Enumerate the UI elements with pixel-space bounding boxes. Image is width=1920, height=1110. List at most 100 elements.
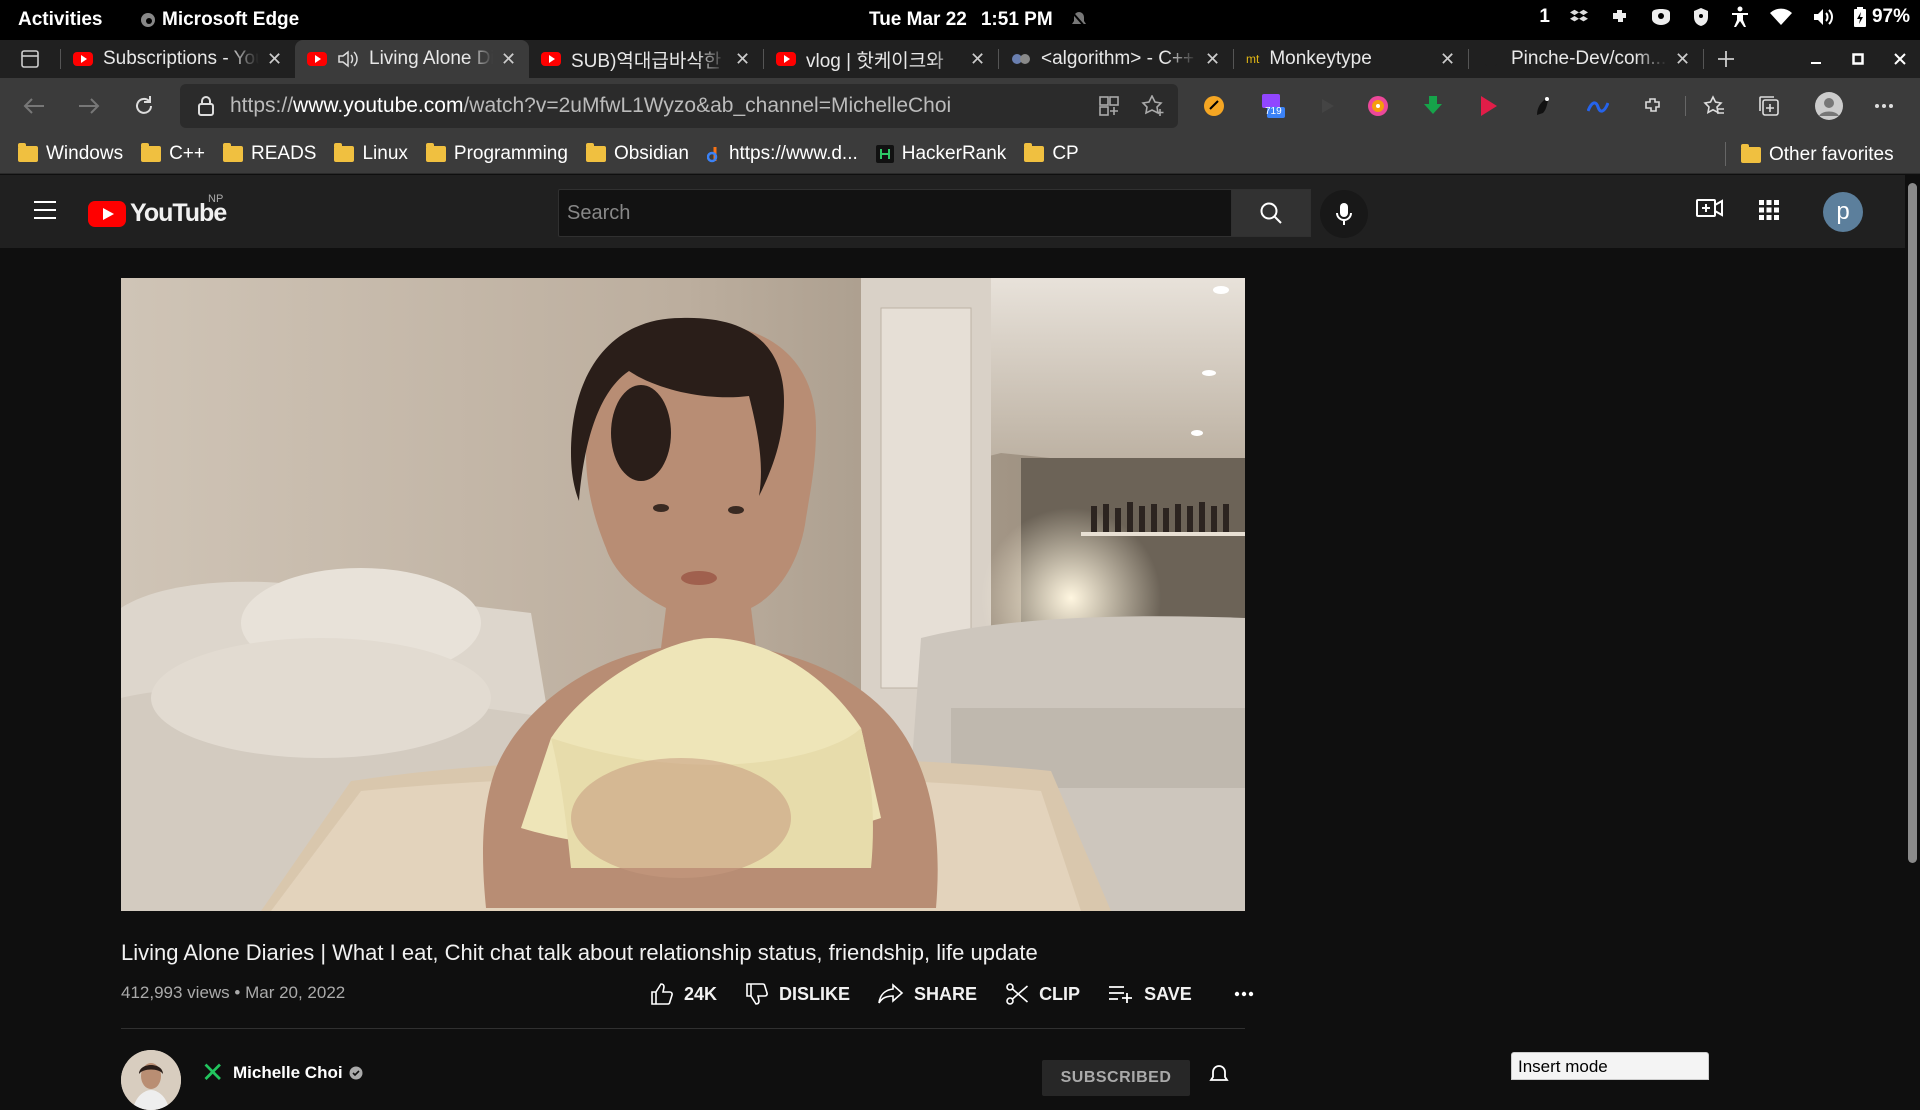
dislike-label: DISLIKE	[779, 983, 851, 1004]
save-button[interactable]: SAVE	[1108, 984, 1192, 1005]
add-favorite-icon[interactable]	[1141, 95, 1165, 117]
other-favorites[interactable]: Other favorites	[1741, 144, 1894, 166]
new-tab-button[interactable]	[1704, 39, 1748, 79]
channel-name-text: Michelle Choi	[233, 1063, 343, 1082]
bookmark-site[interactable]: https://www.d...	[706, 143, 858, 165]
reload-icon	[136, 96, 152, 114]
apps-button[interactable]	[1758, 199, 1780, 221]
dislike-button[interactable]: DISLIKE	[745, 982, 850, 1006]
bookmark-linux[interactable]: Linux	[334, 142, 408, 165]
tab-monkeytype[interactable]: mt Monkeytype ✕	[1234, 40, 1468, 78]
system-tray[interactable]: 1 97%	[1539, 6, 1910, 28]
tab-vlog[interactable]: vlog | 핫케이크와 ✕	[764, 40, 998, 78]
dropbox-icon[interactable]	[1569, 7, 1590, 27]
subscribe-button[interactable]: SUBSCRIBED	[1042, 1060, 1190, 1096]
bookmark-cp[interactable]: CP	[1024, 142, 1079, 165]
bookmark-windows[interactable]: Windows	[18, 142, 123, 165]
youtube-icon	[541, 52, 561, 66]
extensions-puzzle-icon[interactable]	[1610, 7, 1630, 27]
notification-bell-button[interactable]	[1209, 1064, 1229, 1086]
bookmark-programming[interactable]: Programming	[425, 142, 568, 165]
channel-name[interactable]: Michelle Choi	[233, 1063, 363, 1083]
channel-avatar[interactable]	[121, 1050, 181, 1110]
tab-living-alone[interactable]: Living Alone Diaries ✕	[295, 40, 529, 78]
minimize-icon[interactable]	[1810, 53, 1822, 65]
voice-search-button[interactable]	[1320, 190, 1368, 238]
shield-icon[interactable]	[1692, 7, 1710, 27]
close-window-icon[interactable]	[1894, 53, 1906, 65]
extension-wave-icon[interactable]	[1584, 92, 1612, 120]
extension-orange-icon[interactable]	[1200, 92, 1228, 120]
battery-icon[interactable]	[1853, 7, 1866, 27]
audio-playing-icon[interactable]	[337, 50, 359, 68]
account-avatar[interactable]: p	[1823, 192, 1863, 232]
clip-button[interactable]: CLIP	[1005, 982, 1080, 1006]
url-host: www.youtube.com	[293, 94, 464, 117]
tab-actions-icon	[21, 50, 39, 68]
bookmark-cpp[interactable]: C++	[141, 142, 205, 165]
tab-subscriptions[interactable]: Subscriptions - YouTube ✕	[61, 40, 295, 78]
guide-menu-button[interactable]	[32, 199, 58, 221]
create-button[interactable]	[1695, 195, 1725, 221]
lock-icon[interactable]	[198, 96, 214, 116]
bell-icon	[1209, 1065, 1229, 1081]
close-tab-icon[interactable]: ✕	[267, 49, 283, 70]
video-actions: 24K DISLIKE SHARE CLIP SAVE	[650, 982, 1282, 1006]
tab-title: Living Alone Diaries	[369, 48, 493, 69]
extension-pink-icon[interactable]	[1364, 92, 1392, 120]
back-button[interactable]	[14, 86, 54, 126]
forward-button[interactable]	[69, 86, 109, 126]
bookmark-reads[interactable]: READS	[223, 142, 316, 165]
bookmark-label: C++	[169, 142, 205, 164]
clock[interactable]: Tue Mar 22 1:51 PM	[869, 9, 1087, 31]
close-tab-icon[interactable]: ✕	[501, 49, 517, 70]
tab-algorithm-cpp[interactable]: <algorithm> - C++ ✕	[999, 40, 1233, 78]
maximize-icon[interactable]	[1852, 53, 1864, 65]
tab-github[interactable]: Pinche-Dev/com... ✕	[1469, 40, 1703, 78]
workspace-indicator[interactable]: 1	[1539, 6, 1550, 28]
activities-button[interactable]: Activities	[18, 9, 102, 31]
like-button[interactable]: 24K	[650, 982, 717, 1006]
app-available-icon[interactable]	[1098, 95, 1120, 117]
close-tab-icon[interactable]: ✕	[970, 49, 986, 70]
settings-more-button[interactable]	[1870, 92, 1898, 120]
extension-black-icon[interactable]	[1529, 92, 1557, 120]
collections-button[interactable]	[1755, 92, 1783, 120]
extension-play-icon[interactable]	[1474, 92, 1502, 120]
favorites-button[interactable]	[1700, 92, 1728, 120]
extension-twitch-icon[interactable]: 719	[1259, 92, 1287, 120]
video-player[interactable]	[121, 278, 1245, 911]
tab-title: Pinche-Dev/com...	[1511, 48, 1667, 69]
close-tab-icon[interactable]: ✕	[1675, 49, 1691, 70]
close-tab-icon[interactable]: ✕	[1440, 49, 1456, 70]
gamemode-icon[interactable]	[1650, 7, 1672, 27]
search-button[interactable]	[1231, 189, 1311, 237]
extension-dim-icon[interactable]	[1314, 92, 1342, 120]
extension-download-icon[interactable]	[1419, 92, 1447, 120]
tab-actions-button[interactable]	[0, 39, 60, 79]
share-button[interactable]: SHARE	[878, 983, 977, 1005]
bookmark-obsidian[interactable]: Obsidian	[585, 142, 689, 165]
microphone-icon	[1336, 203, 1352, 225]
bookmark-hackerrank[interactable]: HackerRank	[875, 143, 1006, 165]
more-actions-button[interactable]	[1234, 991, 1254, 997]
x-overlay-icon: ✕	[201, 1057, 225, 1088]
folder-icon	[1741, 144, 1761, 163]
close-tab-icon[interactable]: ✕	[1205, 49, 1221, 70]
page-scrollbar[interactable]	[1905, 175, 1920, 1080]
search-input[interactable]	[558, 189, 1232, 237]
address-bar[interactable]: https://www.youtube.com/watch?v=2uMfwL1W…	[180, 84, 1178, 128]
tab-korean-1[interactable]: SUB)역대급바삭한 ✕	[529, 40, 763, 78]
extensions-icon[interactable]	[1639, 92, 1667, 120]
youtube-logo[interactable]: YouTube NP	[88, 193, 227, 228]
folder-icon	[141, 142, 162, 162]
bookmark-label: CP	[1052, 142, 1079, 164]
wifi-icon[interactable]	[1769, 8, 1792, 26]
scrollbar-thumb[interactable]	[1908, 183, 1917, 863]
app-menu[interactable]: Microsoft Edge	[140, 9, 299, 31]
reload-button[interactable]	[124, 86, 164, 126]
profile-button[interactable]	[1813, 90, 1845, 122]
volume-icon[interactable]	[1812, 7, 1834, 27]
accessibility-icon[interactable]	[1730, 6, 1750, 28]
close-tab-icon[interactable]: ✕	[735, 49, 751, 70]
